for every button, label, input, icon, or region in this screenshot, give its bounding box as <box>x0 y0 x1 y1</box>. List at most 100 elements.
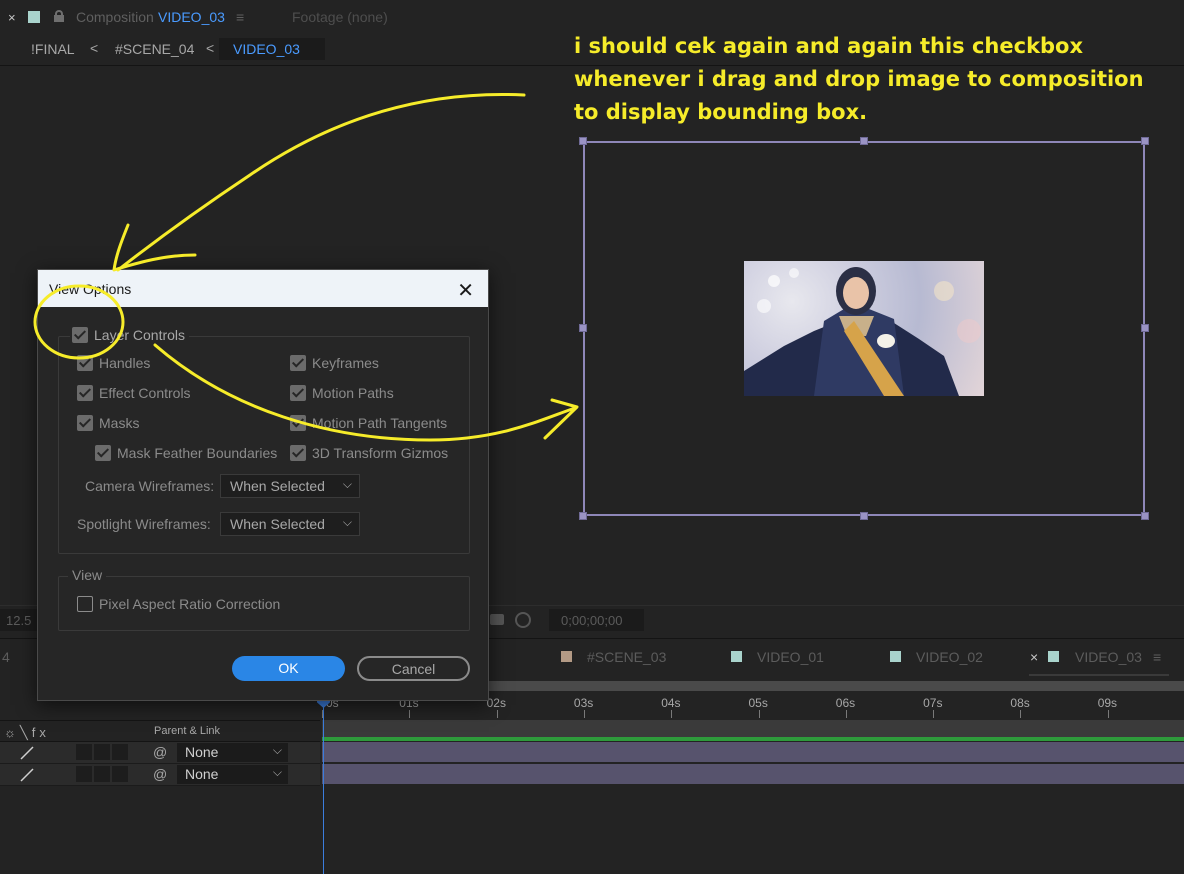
snapshot-camera-icon[interactable] <box>490 614 504 625</box>
checkbox-checked[interactable] <box>77 385 93 401</box>
camera-wireframes-select[interactable]: When Selected ⌵ <box>220 474 360 498</box>
checkbox-checked[interactable] <box>290 415 306 431</box>
ruler-tick <box>496 710 498 718</box>
pen-icon <box>20 746 34 760</box>
breadcrumb-scene-04[interactable]: #SCENE_04 <box>115 41 194 57</box>
parent-value: None <box>185 744 219 760</box>
switches-header-icons[interactable]: ☼╲fx <box>4 725 50 741</box>
bbox-handle-left[interactable] <box>579 324 587 332</box>
image-layer-preview[interactable] <box>744 261 984 396</box>
switch-box[interactable] <box>112 766 128 782</box>
parent-select[interactable]: None ⌵ <box>177 765 288 784</box>
select-value: When Selected <box>230 516 325 532</box>
checkbox-label: Motion Path Tangents <box>312 415 448 431</box>
3d-transform-gizmos-checkbox[interactable]: 3D Transform Gizmos <box>290 445 448 461</box>
user-annotation: i should cek again and again this checkb… <box>574 30 1174 129</box>
close-icon[interactable]: ✕ <box>457 278 474 303</box>
mask-feather-boundaries-checkbox[interactable]: Mask Feather Boundaries <box>95 445 277 461</box>
parent-select[interactable]: None ⌵ <box>177 743 288 762</box>
pick-whip-icon[interactable]: @ <box>153 744 167 760</box>
ruler-tick-label: 09s <box>1097 696 1118 710</box>
annotation-line: whenever i drag and drop image to compos… <box>574 67 1144 91</box>
composition-tab[interactable]: × Composition VIDEO_03 ≡ Footage (none) <box>0 0 1184 34</box>
breadcrumb-separator-icon: < <box>206 40 215 56</box>
ruler-tick <box>409 710 411 718</box>
checkbox-label: Keyframes <box>312 355 379 371</box>
bbox-handle-top-right[interactable] <box>1141 137 1149 145</box>
checkbox-checked[interactable] <box>290 385 306 401</box>
effect-controls-checkbox[interactable]: Effect Controls <box>77 385 191 401</box>
checkbox-checked[interactable] <box>290 355 306 371</box>
bbox-handle-right[interactable] <box>1141 324 1149 332</box>
timeline-tab-video-03[interactable]: VIDEO_03 <box>1075 649 1142 665</box>
timeline-tab-fragment[interactable]: 4 <box>2 649 10 665</box>
breadcrumb-video-03[interactable]: VIDEO_03 <box>219 38 325 60</box>
timeline-tab-video-02[interactable]: VIDEO_02 <box>916 649 983 665</box>
close-tab-icon[interactable]: × <box>1030 649 1038 665</box>
keyframes-checkbox[interactable]: Keyframes <box>290 355 379 371</box>
pick-whip-icon[interactable]: @ <box>153 766 167 782</box>
panel-menu-icon[interactable]: ≡ <box>1153 649 1161 665</box>
timeline-tab-video-01[interactable]: VIDEO_01 <box>757 649 824 665</box>
switch-box[interactable] <box>94 744 110 760</box>
motion-paths-checkbox[interactable]: Motion Paths <box>290 385 394 401</box>
panel-menu-icon[interactable]: ≡ <box>236 9 244 25</box>
footage-tab[interactable]: Footage (none) <box>292 9 388 25</box>
pixel-aspect-ratio-checkbox[interactable]: Pixel Aspect Ratio Correction <box>77 596 280 612</box>
cancel-button[interactable]: Cancel <box>357 656 470 681</box>
render-status-bar <box>322 737 1184 741</box>
checkbox-checked[interactable] <box>77 355 93 371</box>
chevron-down-icon: ⌵ <box>342 515 352 529</box>
lock-icon[interactable] <box>54 10 64 22</box>
checkbox-label: Pixel Aspect Ratio Correction <box>99 596 281 612</box>
checkbox-checked[interactable] <box>290 445 306 461</box>
switch-box[interactable] <box>76 766 92 782</box>
zoom-select[interactable]: 12.5 <box>0 609 40 631</box>
dialog-titlebar[interactable]: View Options ✕ <box>38 270 488 307</box>
ok-button[interactable]: OK <box>232 656 345 681</box>
layer-row[interactable]: @ None ⌵ <box>0 764 320 786</box>
checkbox-checked[interactable] <box>72 327 88 343</box>
composition-label: Composition <box>76 9 154 25</box>
bbox-handle-bottom[interactable] <box>860 512 868 520</box>
chevron-down-icon: ⌵ <box>272 765 282 779</box>
comp-color-swatch <box>890 651 901 662</box>
motion-path-tangents-checkbox[interactable]: Motion Path Tangents <box>290 415 447 431</box>
breadcrumb-separator-icon: < <box>90 40 99 56</box>
comp-color-swatch <box>28 11 40 23</box>
ruler-tick <box>1020 710 1022 718</box>
checkbox-unchecked[interactable] <box>77 596 93 612</box>
bbox-handle-bottom-left[interactable] <box>579 512 587 520</box>
ruler-tick <box>933 710 935 718</box>
breadcrumb-final[interactable]: !FINAL <box>31 41 75 57</box>
switch-box[interactable] <box>76 744 92 760</box>
ruler-tick-label: 07s <box>923 696 943 710</box>
comp-color-swatch <box>561 651 572 662</box>
bbox-handle-bottom-right[interactable] <box>1141 512 1149 520</box>
bbox-handle-top[interactable] <box>860 137 868 145</box>
checkbox-label: 3D Transform Gizmos <box>312 445 449 461</box>
annotation-line: to display bounding box. <box>574 100 868 124</box>
masks-checkbox[interactable]: Masks <box>77 415 139 431</box>
current-time-display[interactable]: 0;00;00;00 <box>549 609 644 631</box>
current-time-indicator[interactable] <box>323 700 324 874</box>
handles-checkbox[interactable]: Handles <box>77 355 150 371</box>
layer-duration-bar[interactable] <box>322 742 1184 762</box>
layer-controls-checkbox[interactable]: Layer Controls <box>70 327 190 343</box>
layer-duration-bar[interactable] <box>322 764 1184 784</box>
layer-row[interactable]: @ None ⌵ <box>0 742 320 764</box>
checkbox-checked[interactable] <box>77 415 93 431</box>
switch-box[interactable] <box>94 766 110 782</box>
spotlight-wireframes-select[interactable]: When Selected ⌵ <box>220 512 360 536</box>
close-tab-icon[interactable]: × <box>8 10 16 25</box>
ruler-tick <box>1107 710 1109 718</box>
spotlight-wireframes-label: Spotlight Wireframes: <box>77 516 211 532</box>
bbox-handle-top-left[interactable] <box>579 137 587 145</box>
checkbox-checked[interactable] <box>95 445 111 461</box>
checkbox-label: Effect Controls <box>99 385 191 401</box>
comp-color-swatch <box>731 651 742 662</box>
ruler-tick-label: 08s <box>1010 696 1030 710</box>
switch-box[interactable] <box>112 744 128 760</box>
show-snapshot-icon[interactable] <box>515 612 531 628</box>
timeline-tab-scene-03[interactable]: #SCENE_03 <box>587 649 666 665</box>
